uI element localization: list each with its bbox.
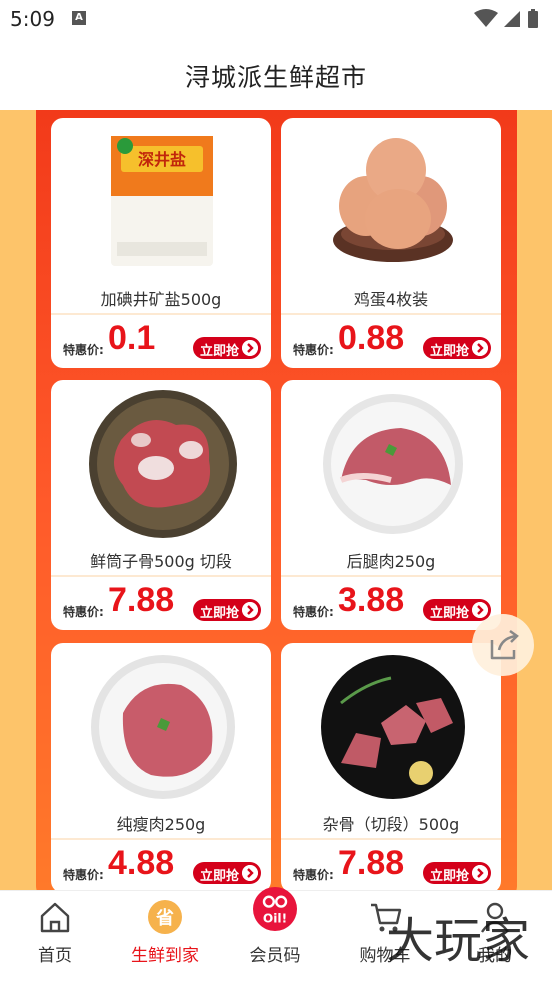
buy-now-button[interactable]: 立即抢 <box>193 599 261 621</box>
salt-pack-text: 深井盐 <box>138 150 186 169</box>
bones-product-image <box>89 390 237 538</box>
tab-label: 生鲜到家 <box>131 946 199 966</box>
notification-icon: A <box>72 11 86 25</box>
price-label: 特惠价: <box>293 868 334 882</box>
battery-icon <box>528 11 538 28</box>
eggs-product-image <box>333 138 453 262</box>
product-name: 后腿肉250g <box>346 552 436 571</box>
tab-label: 首页 <box>38 946 72 966</box>
buy-now-label: 立即抢 <box>200 344 240 359</box>
price: 7.88 <box>108 581 175 619</box>
buy-now-label: 立即抢 <box>200 606 240 621</box>
product-name: 杂骨（切段）500g <box>322 815 460 834</box>
divider <box>51 838 271 840</box>
price: 0.1 <box>108 319 156 357</box>
arrow-right-icon <box>242 865 258 881</box>
divider <box>281 313 501 315</box>
signal-battery-icons <box>474 9 538 28</box>
status-bar: 5:09 A <box>0 0 552 38</box>
home-icon <box>40 902 70 933</box>
buy-now-label: 立即抢 <box>200 869 240 884</box>
price-label: 特惠价: <box>293 343 334 357</box>
price: 0.88 <box>338 319 405 357</box>
buy-now-label: 立即抢 <box>430 869 470 884</box>
product-card[interactable]: 深井盐 加碘井矿盐500g 特惠价: 0.1 立即抢 <box>51 118 271 368</box>
save-coin-icon: 省 <box>148 900 182 934</box>
product-name: 鲜筒子骨500g 切段 <box>90 552 232 571</box>
tab-label: 会员码 <box>249 946 301 966</box>
tab-home[interactable]: 首页 <box>0 891 110 984</box>
product-card[interactable]: 鲜筒子骨500g 切段 特惠价: 7.88 立即抢 <box>51 380 271 630</box>
arrow-right-icon <box>242 340 258 356</box>
salt-product-image: 深井盐 <box>111 136 213 266</box>
product-card[interactable]: 鸡蛋4枚装 特惠价: 0.88 立即抢 <box>281 118 501 368</box>
share-button[interactable] <box>472 614 534 676</box>
mixed-bones-image <box>321 655 465 799</box>
buy-now-button[interactable]: 立即抢 <box>193 337 261 359</box>
product-card[interactable]: 后腿肉250g 特惠价: 3.88 立即抢 <box>281 380 501 630</box>
product-card[interactable]: 纯瘦肉250g 特惠价: 4.88 立即抢 <box>51 643 271 890</box>
coin-icon-text: 省 <box>155 907 174 929</box>
product-name: 鸡蛋4枚装 <box>353 290 429 309</box>
arrow-right-icon <box>472 340 488 356</box>
watermark-logo: 大玩家 <box>386 913 530 969</box>
buy-now-label: 立即抢 <box>430 344 470 359</box>
wifi-icon <box>474 9 498 27</box>
tab-fresh-delivery[interactable]: 省 生鲜到家 <box>110 891 220 984</box>
arrow-right-icon <box>242 602 258 618</box>
page-title: 浔城派生鲜超市 <box>184 63 367 92</box>
arrow-right-icon <box>472 865 488 881</box>
buy-now-button[interactable]: 立即抢 <box>423 337 491 359</box>
price-label: 特惠价: <box>63 605 104 619</box>
svg-text:Oil!: Oil! <box>263 911 287 925</box>
divider <box>51 313 271 315</box>
price-label: 特惠价: <box>293 605 334 619</box>
buy-now-button[interactable]: 立即抢 <box>423 862 491 884</box>
lean-meat-image <box>91 655 235 799</box>
status-time: 5:09 <box>10 7 55 31</box>
price: 3.88 <box>338 581 405 619</box>
share-icon <box>490 629 519 660</box>
member-code-icon: Oil! <box>253 887 297 931</box>
divider <box>51 575 271 577</box>
title-bar: 浔城派生鲜超市 <box>0 38 552 110</box>
cell-signal-icon <box>504 11 520 27</box>
divider <box>281 575 501 577</box>
product-name: 加碘井矿盐500g <box>100 290 222 309</box>
price-label: 特惠价: <box>63 868 104 882</box>
divider <box>281 838 501 840</box>
tab-member-code[interactable]: Oil! 会员码 <box>220 887 330 984</box>
watermark-text: 大玩家 <box>386 913 530 969</box>
buy-now-button[interactable]: 立即抢 <box>193 862 261 884</box>
buy-now-label: 立即抢 <box>430 606 470 621</box>
product-name: 纯瘦肉250g <box>116 815 206 834</box>
price: 4.88 <box>108 844 175 882</box>
price-label: 特惠价: <box>63 343 104 357</box>
product-list-area[interactable]: 深井盐 加碘井矿盐500g 特惠价: 0.1 立即抢 鸡蛋4枚装 特惠价: 0.… <box>0 110 552 890</box>
hind-leg-meat-image <box>323 394 463 534</box>
product-card[interactable]: 杂骨（切段）500g 特惠价: 7.88 立即抢 <box>281 643 501 890</box>
price: 7.88 <box>338 844 405 882</box>
